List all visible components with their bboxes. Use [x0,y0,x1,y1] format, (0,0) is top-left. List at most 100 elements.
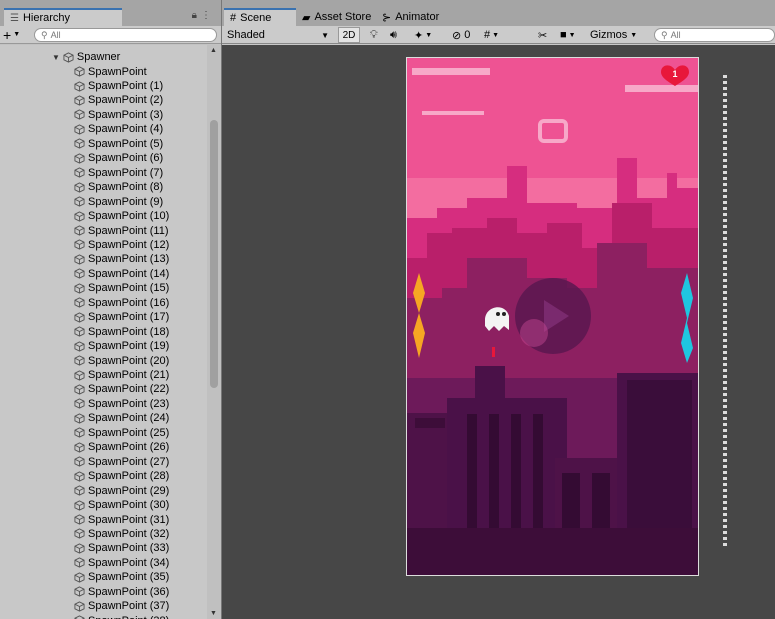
cube-icon [74,456,85,467]
lighting-icon[interactable]: 💡︎ [370,27,378,43]
hierarchy-tabbar: ☰ Hierarchy 🔒︎⋮ [0,0,221,26]
tree-item-label: SpawnPoint (38) [88,615,169,619]
shading-mode-value: Shaded [227,29,265,41]
hierarchy-panel: ☰ Hierarchy 🔒︎⋮ + ▼ ⚲ All ▼ Spawner SpawnP… [0,0,221,619]
tree-item[interactable]: SpawnPoint [74,64,147,78]
expand-arrow-icon[interactable]: ▼ [52,53,60,62]
tree-item[interactable]: SpawnPoint (22) [74,382,169,396]
tree-item-label: SpawnPoint (4) [88,123,164,136]
tree-item-spawner[interactable]: ▼ Spawner [52,50,120,64]
tree-item[interactable]: SpawnPoint (25) [74,426,169,440]
cube-icon [74,167,85,178]
tree-item[interactable]: SpawnPoint (33) [74,541,169,555]
tree-item[interactable]: SpawnPoint (26) [74,440,169,454]
tree-item-label: SpawnPoint (23) [88,397,170,410]
tab-scene[interactable]: # Scene [224,8,296,26]
tree-item-label: SpawnPoint (8) [88,181,164,194]
tree-item[interactable]: SpawnPoint (31) [74,512,169,526]
building-top [475,366,505,401]
lock-icon[interactable]: 🔒︎⋮ [192,10,215,21]
tree-item[interactable]: SpawnPoint (8) [74,180,163,194]
camera-dropdown[interactable]: ■ ▼ [560,27,576,43]
tree-item-label: SpawnPoint (26) [88,441,170,454]
tree-item[interactable]: SpawnPoint (16) [74,296,169,310]
spawn-point-markers [723,75,727,547]
spark [492,347,495,357]
tree-item[interactable]: SpawnPoint (28) [74,469,169,483]
game-scene-svg: 1 [407,58,698,575]
hierarchy-scrollbar[interactable]: ▲ ▼ [207,45,221,619]
tab-animator-label: Animator [395,11,440,23]
gizmos-label: Gizmos [590,29,628,41]
tree-item[interactable]: SpawnPoint (36) [74,585,169,599]
hierarchy-search-input[interactable]: ⚲ All [34,28,217,42]
cube-icon [63,52,74,63]
effects-dropdown[interactable]: ✦ ▼ [414,27,432,43]
chevron-down-icon: ▼ [630,31,638,39]
tree-item[interactable]: SpawnPoint (2) [74,93,163,107]
cube-icon [74,283,85,294]
tree-item[interactable]: SpawnPoint (37) [74,599,169,613]
scroll-thumb[interactable] [210,120,218,388]
tree-item[interactable]: SpawnPoint (17) [74,310,169,324]
tree-item[interactable]: SpawnPoint (19) [74,339,169,353]
tree-item-label: SpawnPoint (15) [88,282,170,295]
tree-item[interactable]: SpawnPoint (6) [74,151,163,165]
tree-item[interactable]: SpawnPoint (38) [74,614,169,619]
tree-item[interactable]: SpawnPoint (18) [74,325,169,339]
tree-item-label: SpawnPoint (18) [88,325,170,338]
window-column [533,414,543,529]
add-button[interactable]: + ▼ [3,27,31,42]
gizmos-dropdown[interactable]: Gizmos ▼ [590,27,648,43]
tree-item[interactable]: SpawnPoint (10) [74,209,169,223]
tree-item[interactable]: SpawnPoint (13) [74,252,169,266]
cube-icon [74,341,85,352]
tree-item[interactable]: SpawnPoint (30) [74,498,169,512]
tree-item[interactable]: SpawnPoint (11) [74,223,169,237]
cube-icon [74,109,85,121]
tree-item[interactable]: SpawnPoint (4) [74,122,163,136]
2d-toggle-button[interactable]: 2D [338,27,360,43]
cube-icon [74,442,85,453]
scroll-up-icon[interactable]: ▲ [210,47,217,54]
tree-item[interactable]: SpawnPoint (14) [74,267,169,281]
tree-item-label: SpawnPoint (17) [88,311,170,324]
shading-mode-dropdown[interactable]: Shaded ▼ [224,27,332,43]
tree-item[interactable]: SpawnPoint (32) [74,527,169,541]
chevron-down-icon: ▼ [13,30,21,38]
tree-item-label: SpawnPoint (14) [88,267,170,280]
tree-item[interactable]: SpawnPoint (12) [74,238,169,252]
tree-item[interactable]: SpawnPoint (1) [74,79,163,93]
add-button-label: + [3,26,12,43]
tree-item[interactable]: SpawnPoint (21) [74,368,169,382]
unity-editor: ☰ Hierarchy 🔒︎⋮ + ▼ ⚲ All ▼ Spawner SpawnP… [0,0,775,619]
tree-item[interactable]: SpawnPoint (24) [74,411,169,425]
cube-icon [74,326,85,337]
tree-item[interactable]: SpawnPoint (15) [74,281,169,295]
audio-icon[interactable]: 🔊︎ [390,27,397,43]
tab-asset-store[interactable]: ▰ Asset Store [296,8,376,26]
tree-item[interactable]: SpawnPoint (29) [74,483,169,497]
tree-item[interactable]: SpawnPoint (34) [74,556,169,570]
cube-icon [74,499,85,511]
tab-animator[interactable]: ⊱ Animator [376,8,456,26]
tree-item[interactable]: SpawnPoint (9) [74,194,163,208]
scene-viewport[interactable]: 1 [222,45,775,619]
scroll-down-icon[interactable]: ▼ [210,610,217,617]
tree-item[interactable]: SpawnPoint (35) [74,570,169,584]
tree-item[interactable]: SpawnPoint (7) [74,166,163,180]
tab-hierarchy[interactable]: ☰ Hierarchy [4,8,122,26]
tree-item[interactable]: SpawnPoint (23) [74,397,169,411]
hidden-count: 0 [464,29,471,41]
cube-icon [74,369,85,381]
tree-item[interactable]: SpawnPoint (5) [74,137,163,151]
cube-icon [74,239,85,251]
tree-item[interactable]: SpawnPoint (20) [74,353,169,367]
grid-snap-dropdown[interactable]: # ▼ [484,27,499,43]
tree-item[interactable]: SpawnPoint (27) [74,455,169,469]
tools-icon[interactable]: ✂ [538,27,547,43]
scene-search-input[interactable]: ⚲ All [654,28,775,42]
hidden-objects-toggle[interactable]: ⊘ 0 [452,27,470,43]
scene-tabbar: # Scene ▰ Asset Store ⊱ Animator [222,0,775,26]
tree-item[interactable]: SpawnPoint (3) [74,108,163,122]
